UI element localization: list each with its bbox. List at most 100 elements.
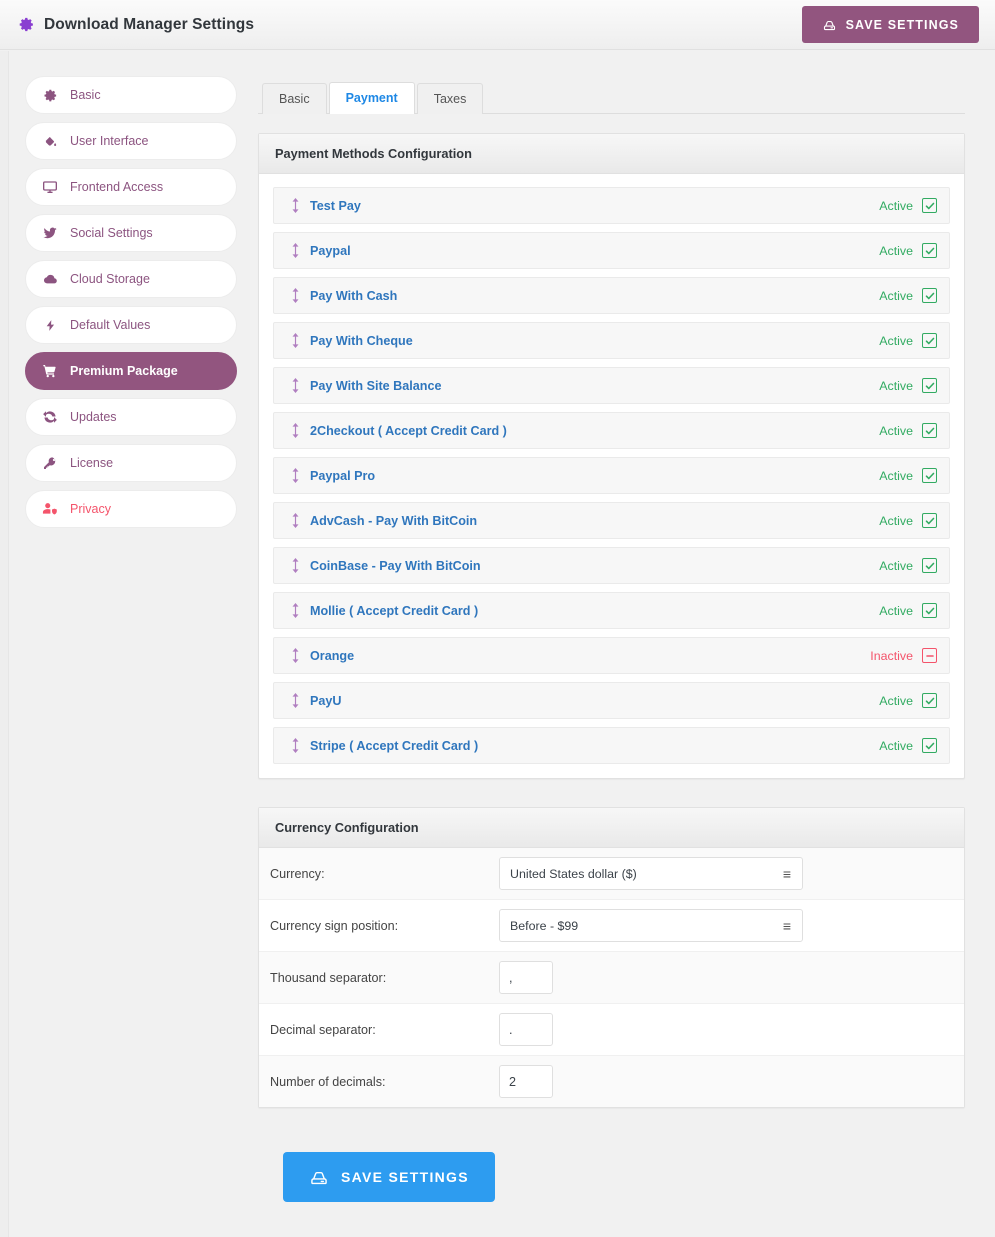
checkbox-checked-icon[interactable] (922, 288, 937, 303)
drag-handle-icon[interactable] (288, 738, 302, 754)
sidebar-item-license[interactable]: License (25, 444, 237, 482)
table-row[interactable]: Paypal Pro Active (273, 457, 950, 494)
table-row[interactable]: Pay With Cash Active (273, 277, 950, 314)
checkbox-checked-icon[interactable] (922, 468, 937, 483)
sidebar-item-default-values[interactable]: Default Values (25, 306, 237, 344)
sidebar-item-privacy[interactable]: Privacy (25, 490, 237, 528)
save-disk-icon (309, 1167, 329, 1187)
checkbox-checked-icon[interactable] (922, 603, 937, 618)
number-of-decimals-input[interactable] (499, 1065, 553, 1098)
payment-method-name[interactable]: Pay With Cheque (310, 334, 413, 348)
decimal-separator-input[interactable] (499, 1013, 553, 1046)
sidebar-item-updates[interactable]: Updates (25, 398, 237, 436)
drag-handle-icon[interactable] (288, 513, 302, 529)
table-row[interactable]: Mollie ( Accept Credit Card ) Active (273, 592, 950, 629)
sidebar-item-label: Updates (70, 411, 117, 424)
table-row[interactable]: 2Checkout ( Accept Credit Card ) Active (273, 412, 950, 449)
payment-method-name[interactable]: Stripe ( Accept Credit Card ) (310, 739, 478, 753)
save-settings-button-top[interactable]: SAVE SETTINGS (802, 6, 979, 43)
status-badge: Active (879, 603, 937, 618)
checkbox-checked-icon[interactable] (922, 513, 937, 528)
checkbox-checked-icon[interactable] (922, 693, 937, 708)
payment-method-name[interactable]: CoinBase - Pay With BitCoin (310, 559, 481, 573)
status-badge: Active (879, 558, 937, 573)
status-badge: Active (879, 738, 937, 753)
checkbox-minus-icon[interactable] (922, 648, 937, 663)
status-label: Active (879, 334, 913, 348)
table-row[interactable]: AdvCash - Pay With BitCoin Active (273, 502, 950, 539)
currency-select-value: United States dollar ($) (510, 867, 637, 881)
checkbox-checked-icon[interactable] (922, 738, 937, 753)
currency-sign-position-select[interactable]: Before - $99 ≡ (499, 909, 803, 942)
gear-icon (42, 87, 58, 103)
status-badge: Active (879, 198, 937, 213)
status-badge: Active (879, 378, 937, 393)
field-label: Currency sign position: (270, 919, 499, 933)
checkbox-checked-icon[interactable] (922, 333, 937, 348)
sidebar-item-social-settings[interactable]: Social Settings (25, 214, 237, 252)
save-settings-button-bottom[interactable]: SAVE SETTINGS (283, 1152, 495, 1202)
tab-basic[interactable]: Basic (262, 83, 327, 115)
table-row[interactable]: Test Pay Active (273, 187, 950, 224)
sidebar-nav: Basic User Interface (25, 76, 237, 528)
drag-handle-icon[interactable] (288, 558, 302, 574)
thousand-separator-input[interactable] (499, 961, 553, 994)
status-badge: Inactive (870, 648, 937, 663)
drag-handle-icon[interactable] (288, 378, 302, 394)
drag-handle-icon[interactable] (288, 198, 302, 214)
checkbox-checked-icon[interactable] (922, 378, 937, 393)
table-row[interactable]: Paypal Active (273, 232, 950, 269)
table-row[interactable]: Orange Inactive (273, 637, 950, 674)
sidebar-item-frontend-access[interactable]: Frontend Access (25, 168, 237, 206)
drag-handle-icon[interactable] (288, 243, 302, 259)
tab-taxes[interactable]: Taxes (417, 83, 484, 115)
drag-handle-icon[interactable] (288, 333, 302, 349)
app-header: Download Manager Settings SAVE SETTINGS (0, 0, 995, 50)
table-row[interactable]: Pay With Cheque Active (273, 322, 950, 359)
checkbox-checked-icon[interactable] (922, 243, 937, 258)
payment-method-name[interactable]: Pay With Cash (310, 289, 397, 303)
currency-configuration-panel: Currency Configuration Currency: United … (258, 807, 965, 1108)
payment-method-name[interactable]: PayU (310, 694, 342, 708)
left-gutter (0, 51, 9, 1237)
drag-handle-icon[interactable] (288, 468, 302, 484)
status-badge: Active (879, 288, 937, 303)
drag-handle-icon[interactable] (288, 423, 302, 439)
sidebar-item-basic[interactable]: Basic (25, 76, 237, 114)
header-title-group: Download Manager Settings (18, 16, 254, 34)
sidebar-item-label: Default Values (70, 319, 150, 332)
sidebar-item-user-interface[interactable]: User Interface (25, 122, 237, 160)
drag-handle-icon[interactable] (288, 693, 302, 709)
panel-spacer (258, 779, 965, 807)
payment-method-name[interactable]: Mollie ( Accept Credit Card ) (310, 604, 478, 618)
checkbox-checked-icon[interactable] (922, 198, 937, 213)
status-badge: Active (879, 333, 937, 348)
sidebar-item-label: Basic (70, 89, 101, 102)
payment-method-name[interactable]: AdvCash - Pay With BitCoin (310, 514, 477, 528)
payment-method-name[interactable]: Test Pay (310, 199, 361, 213)
payment-method-name[interactable]: Paypal (310, 244, 351, 258)
status-label: Active (879, 289, 913, 303)
footer-actions: SAVE SETTINGS (258, 1108, 965, 1202)
drag-handle-icon[interactable] (288, 288, 302, 304)
sidebar-item-premium-package[interactable]: Premium Package (25, 352, 237, 390)
field-label: Currency: (270, 867, 499, 881)
payment-method-name[interactable]: 2Checkout ( Accept Credit Card ) (310, 424, 507, 438)
currency-select[interactable]: United States dollar ($) ≡ (499, 857, 803, 890)
tab-payment[interactable]: Payment (329, 82, 415, 115)
drag-handle-icon[interactable] (288, 648, 302, 664)
table-row[interactable]: CoinBase - Pay With BitCoin Active (273, 547, 950, 584)
table-row[interactable]: PayU Active (273, 682, 950, 719)
sidebar-item-label: License (70, 457, 113, 470)
drag-handle-icon[interactable] (288, 603, 302, 619)
sidebar-item-cloud-storage[interactable]: Cloud Storage (25, 260, 237, 298)
payment-method-name[interactable]: Orange (310, 649, 354, 663)
checkbox-checked-icon[interactable] (922, 558, 937, 573)
table-row[interactable]: Stripe ( Accept Credit Card ) Active (273, 727, 950, 764)
payment-method-name[interactable]: Paypal Pro (310, 469, 375, 483)
shopping-cart-icon (42, 363, 58, 379)
checkbox-checked-icon[interactable] (922, 423, 937, 438)
table-row[interactable]: Pay With Site Balance Active (273, 367, 950, 404)
payment-method-name[interactable]: Pay With Site Balance (310, 379, 441, 393)
sidebar-item-label: Cloud Storage (70, 273, 150, 286)
